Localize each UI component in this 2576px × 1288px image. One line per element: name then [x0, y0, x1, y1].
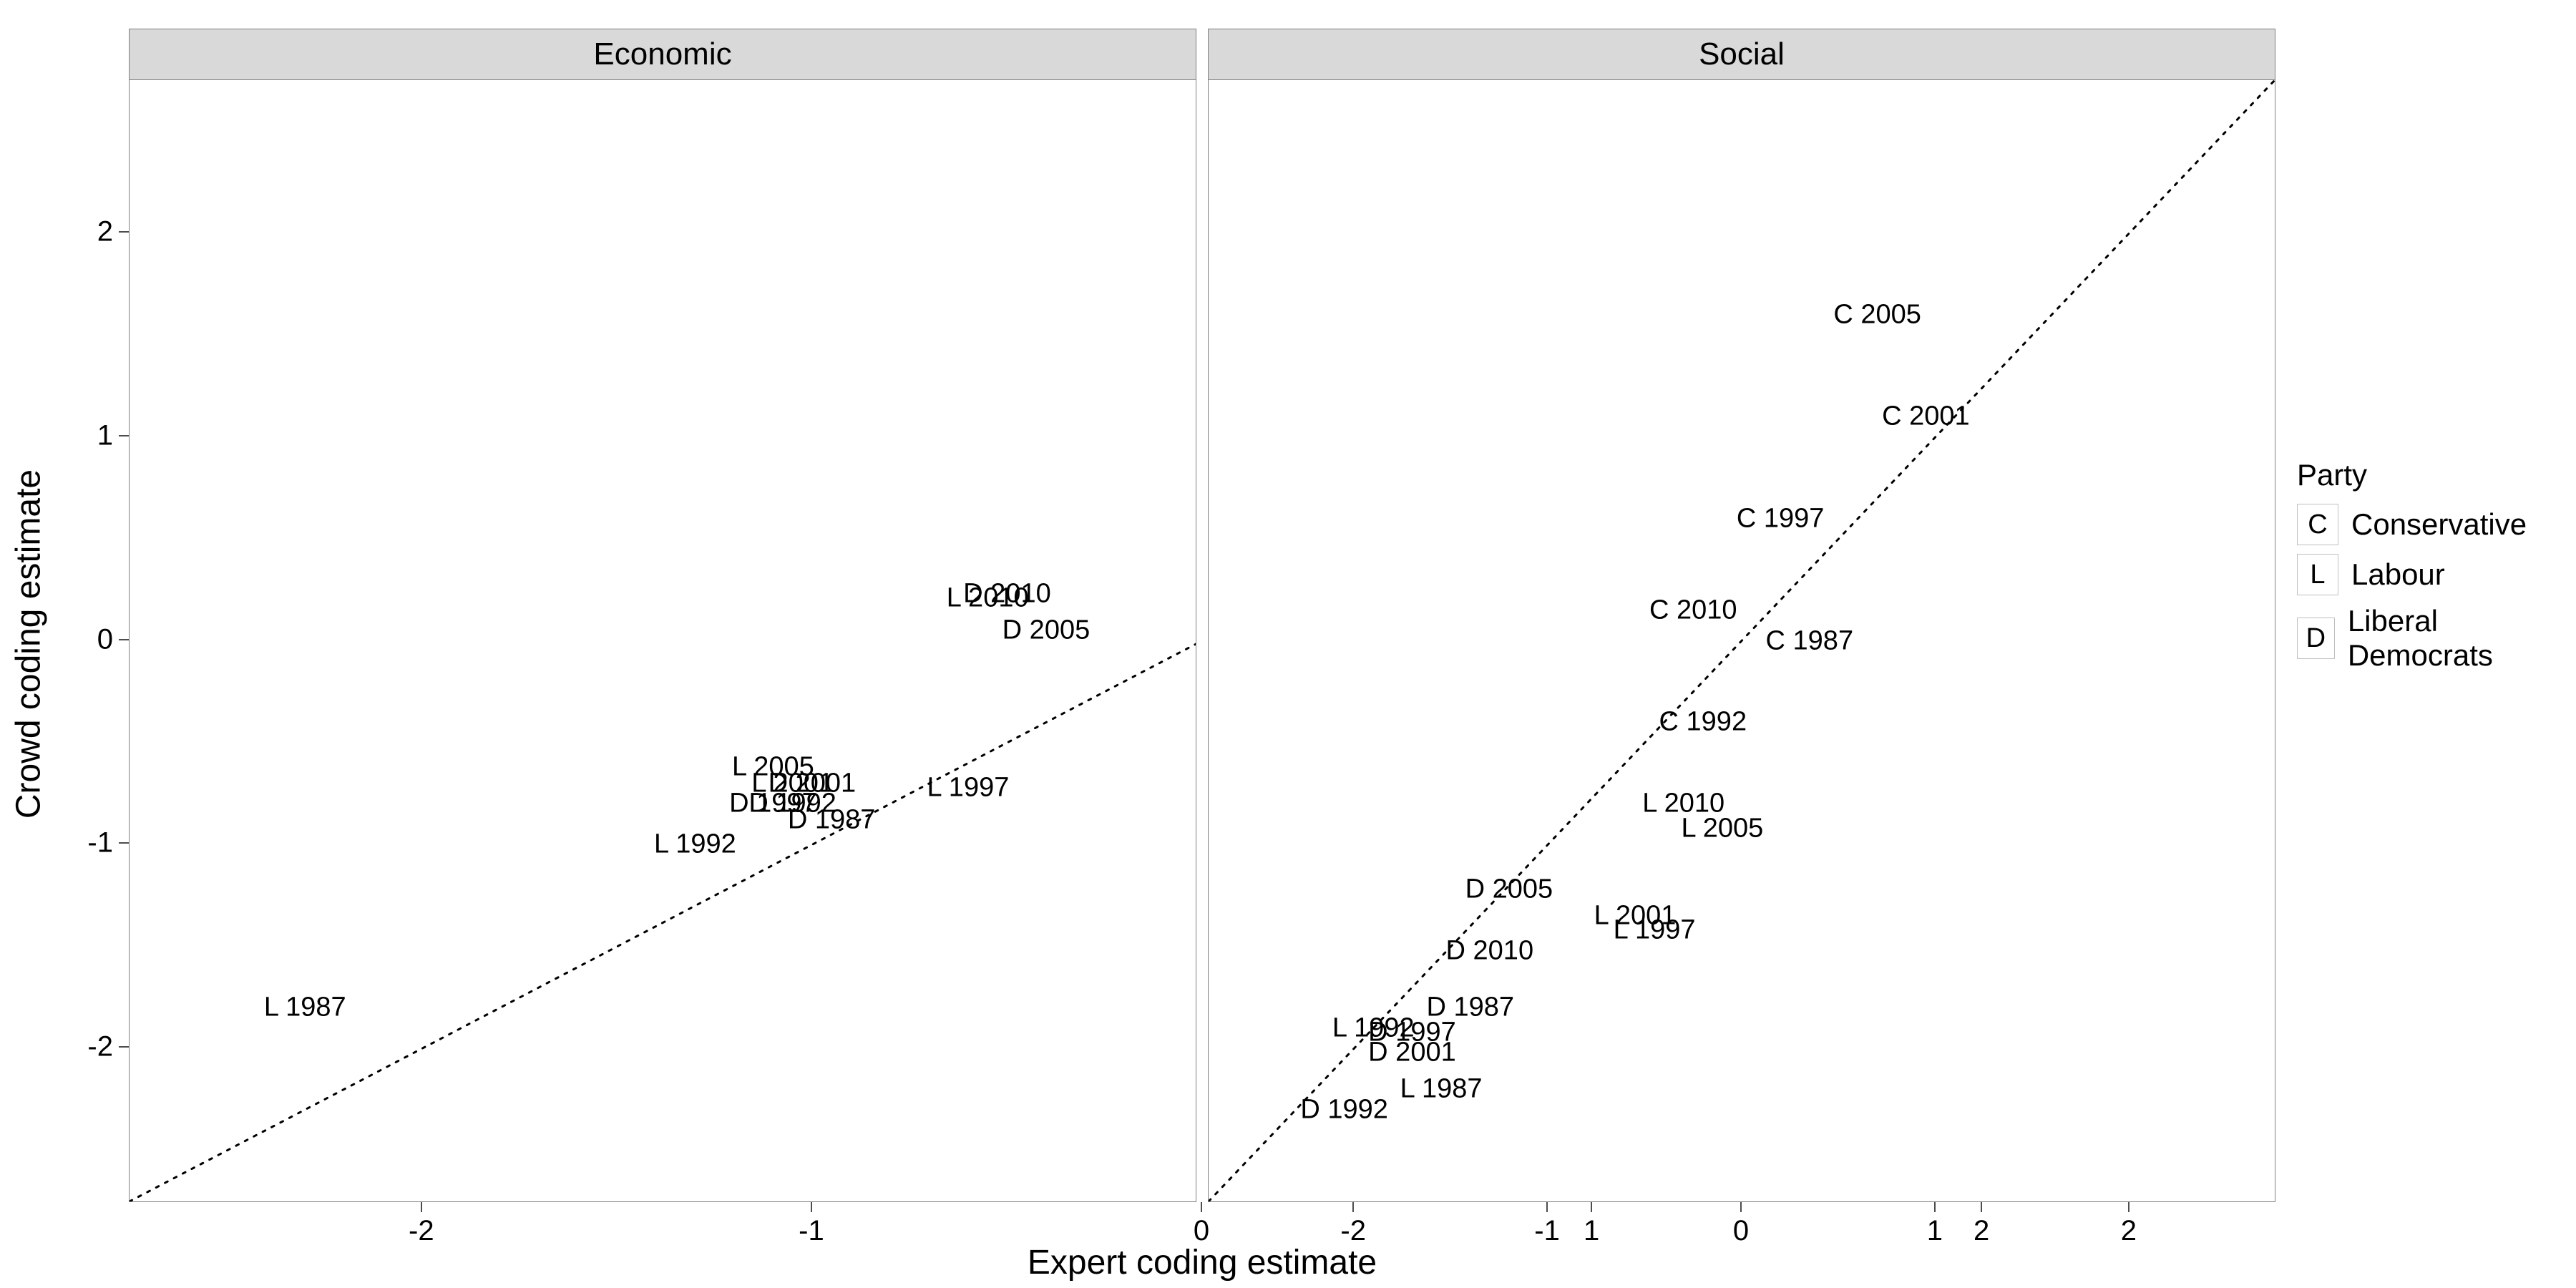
identity-line	[130, 80, 1196, 1201]
y-tick-label: 1	[97, 419, 113, 452]
legend-title: Party	[2297, 458, 2569, 492]
x-axis-ticks: -2-1012	[129, 1202, 1196, 1215]
x-tick	[1546, 1202, 1548, 1212]
plot-area: C 2005C 2001C 1997C 2010C 1987C 1992L 20…	[1208, 80, 2275, 1202]
y-tick-label: -2	[87, 1031, 113, 1063]
legend-key-icon: C	[2297, 504, 2338, 545]
x-tick	[1740, 1202, 1742, 1212]
legend-key-icon: L	[2297, 554, 2338, 595]
identity-line	[1209, 80, 2275, 1201]
legend-label: Labour	[2351, 557, 2445, 592]
y-tick-label: 2	[97, 215, 113, 248]
legend-item: L Labour	[2297, 554, 2569, 595]
facet-panel: SocialC 2005C 2001C 1997C 2010C 1987C 19…	[1208, 29, 2275, 1202]
y-tick	[119, 435, 129, 436]
x-tick	[1934, 1202, 1936, 1212]
facet-strip: Social	[1208, 29, 2275, 80]
legend-label: Liberal Democrats	[2348, 604, 2569, 673]
y-tick	[119, 639, 129, 640]
facet-strip: Economic	[129, 29, 1196, 80]
figure: Crowd coding estimate EconomicC 2001C 20…	[0, 0, 2576, 1288]
legend-item: D Liberal Democrats	[2297, 604, 2569, 673]
y-tick	[119, 231, 129, 233]
y-axis-label: Crowd coding estimate	[9, 469, 49, 819]
x-tick	[421, 1202, 422, 1212]
y-tick	[119, 842, 129, 844]
x-tick	[811, 1202, 812, 1212]
x-tick	[1352, 1202, 1354, 1212]
x-tick	[2128, 1202, 2129, 1212]
y-tick	[119, 1046, 129, 1048]
legend-label: Conservative	[2351, 507, 2527, 542]
x-axis-label: Expert coding estimate	[129, 1243, 2275, 1282]
panel-body: C 2001C 2005C 2010C 1992C 1997C 1987D 20…	[129, 80, 1196, 1202]
panel-body: C 2005C 2001C 1997C 2010C 1987C 1992L 20…	[1208, 80, 2275, 1202]
y-tick-label: -1	[87, 827, 113, 859]
plot-area: C 2001C 2005C 2010C 1992C 1997C 1987D 20…	[129, 80, 1196, 1202]
legend: Party C Conservative L Labour D Liberal Democ…	[2297, 458, 2569, 681]
legend-key-icon: D	[2297, 618, 2335, 659]
legend-item: C Conservative	[2297, 504, 2569, 545]
facet-panel: EconomicC 2001C 2005C 2010C 1992C 1997C …	[129, 29, 1196, 1202]
x-tick	[1201, 1202, 1202, 1212]
facet-row: EconomicC 2001C 2005C 2010C 1992C 1997C …	[129, 29, 2275, 1202]
y-tick-label: 0	[97, 623, 113, 655]
x-axis-ticks: -2-1012	[1208, 1202, 2275, 1215]
y-axis-ticks: -2-1012	[116, 79, 129, 1202]
